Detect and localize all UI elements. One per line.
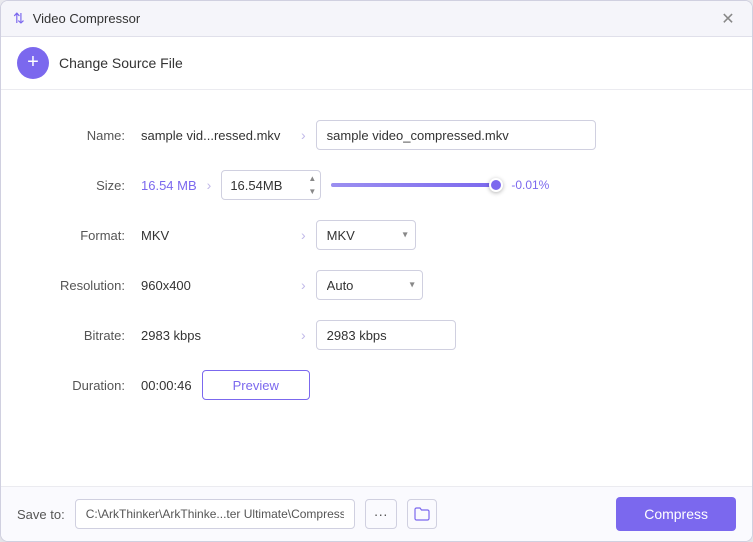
size-source-value: 16.54 MB — [141, 178, 197, 193]
change-source-label: Change Source File — [59, 55, 183, 71]
resolution-label: Resolution: — [41, 264, 141, 307]
footer: Save to: ··· Compress — [1, 486, 752, 541]
app-icon: ⇅ — [13, 10, 25, 27]
format-select-wrap: MKV MP4 AVI MOV WMV ▾ — [316, 220, 416, 250]
size-value-cell: 16.54 MB › ▲ ▼ -0.01% — [141, 160, 712, 210]
save-path-input[interactable] — [75, 499, 355, 529]
browse-folder-button[interactable] — [407, 499, 437, 529]
title-bar-left: ⇅ Video Compressor — [13, 10, 140, 27]
duration-source-value: 00:00:46 — [141, 378, 192, 393]
size-increment-button[interactable]: ▲ — [305, 172, 319, 185]
bitrate-output-input[interactable] — [316, 320, 456, 350]
name-output-input[interactable] — [316, 120, 596, 150]
bitrate-source-value: 2983 kbps — [141, 328, 291, 343]
resolution-select-wrap: Auto 1920x1080 1280x720 960x400 640x360 … — [316, 270, 423, 300]
size-decrement-button[interactable]: ▼ — [305, 185, 319, 198]
format-value-cell: MKV › MKV MP4 AVI MOV WMV ▾ — [141, 210, 712, 260]
name-value-cell: sample vid...ressed.mkv › — [141, 110, 712, 160]
bitrate-arrow-icon: › — [301, 327, 306, 343]
format-label: Format: — [41, 214, 141, 257]
duration-label: Duration: — [41, 364, 141, 407]
preview-button[interactable]: Preview — [202, 370, 310, 400]
size-arrow-icon: › — [207, 177, 212, 193]
toolbar: + Change Source File — [1, 37, 752, 90]
form-grid: Name: sample vid...ressed.mkv › Size: 16… — [41, 110, 712, 410]
folder-icon — [414, 507, 430, 521]
main-window: ⇅ Video Compressor ✕ + Change Source Fil… — [0, 0, 753, 542]
size-slider-container: -0.01% — [331, 178, 712, 192]
format-select[interactable]: MKV MP4 AVI MOV WMV — [316, 220, 416, 250]
size-label: Size: — [41, 164, 141, 207]
size-input-wrap: ▲ ▼ — [221, 170, 321, 200]
size-slider-track — [331, 183, 501, 187]
title-bar: ⇅ Video Compressor ✕ — [1, 1, 752, 37]
size-slider-thumb[interactable] — [489, 178, 503, 192]
resolution-select[interactable]: Auto 1920x1080 1280x720 960x400 640x360 — [316, 270, 423, 300]
add-source-button[interactable]: + — [17, 47, 49, 79]
resolution-arrow-icon: › — [301, 277, 306, 293]
size-percent-label: -0.01% — [511, 178, 549, 192]
size-slider-fill — [331, 183, 498, 187]
save-to-label: Save to: — [17, 507, 65, 522]
bitrate-label: Bitrate: — [41, 314, 141, 357]
name-arrow-icon: › — [301, 127, 306, 143]
plus-icon: + — [27, 52, 39, 72]
format-source-value: MKV — [141, 228, 291, 243]
resolution-value-cell: 960x400 › Auto 1920x1080 1280x720 960x40… — [141, 260, 712, 310]
size-spinners: ▲ ▼ — [305, 172, 319, 198]
main-content: Name: sample vid...ressed.mkv › Size: 16… — [1, 90, 752, 486]
compress-button[interactable]: Compress — [616, 497, 736, 531]
name-source-value: sample vid...ressed.mkv — [141, 128, 291, 143]
window-title: Video Compressor — [33, 11, 140, 26]
bitrate-value-cell: 2983 kbps › — [141, 310, 712, 360]
close-button[interactable]: ✕ — [716, 7, 740, 31]
format-arrow-icon: › — [301, 227, 306, 243]
more-options-button[interactable]: ··· — [365, 499, 397, 529]
duration-value-cell: 00:00:46 Preview — [141, 360, 712, 410]
resolution-source-value: 960x400 — [141, 278, 291, 293]
name-label: Name: — [41, 114, 141, 157]
